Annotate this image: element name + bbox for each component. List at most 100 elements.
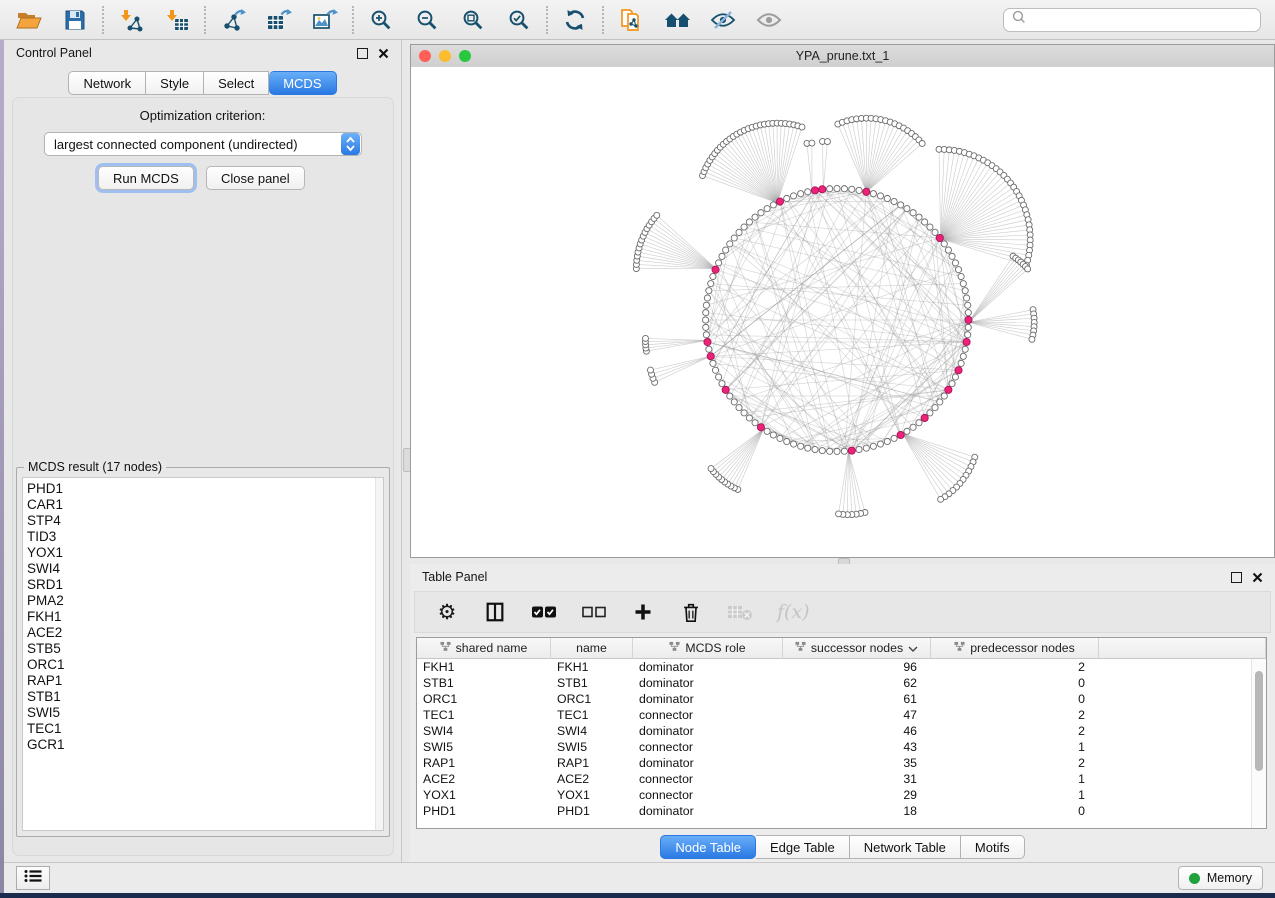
tab-mcds[interactable]: MCDS bbox=[269, 71, 336, 95]
table-cell: TEC1 bbox=[551, 707, 633, 723]
mcds-result-item[interactable]: ACE2 bbox=[27, 625, 383, 641]
zoom-fit-icon[interactable] bbox=[458, 6, 488, 34]
show-all-icon[interactable] bbox=[754, 6, 784, 34]
save-session-icon[interactable] bbox=[60, 6, 90, 34]
vertical-splitter[interactable] bbox=[402, 40, 410, 862]
gear-icon[interactable]: ⚙ bbox=[435, 599, 459, 625]
select-all-icon[interactable] bbox=[531, 599, 557, 625]
mcds-result-item[interactable]: SRD1 bbox=[27, 577, 383, 593]
table-tab-edge-table[interactable]: Edge Table bbox=[756, 835, 850, 859]
close-panel-button[interactable]: Close panel bbox=[206, 166, 305, 190]
table-cell: 46 bbox=[783, 723, 931, 739]
control-panel-tabs: NetworkStyleSelectMCDS bbox=[68, 71, 336, 95]
table-tab-node-table[interactable]: Node Table bbox=[660, 835, 756, 859]
optimization-criterion-select[interactable]: largest connected component (undirected) bbox=[44, 132, 362, 156]
mcds-result-item[interactable]: CAR1 bbox=[27, 497, 383, 513]
toolbar-separator bbox=[602, 6, 604, 34]
mcds-result-item[interactable]: STP4 bbox=[27, 513, 383, 529]
mcds-result-item[interactable]: GCR1 bbox=[27, 737, 383, 753]
network-node bbox=[791, 193, 797, 199]
refresh-icon[interactable] bbox=[560, 6, 590, 34]
column-label: successor nodes bbox=[811, 641, 903, 655]
table-row[interactable]: PHD1PHD1dominator180 bbox=[417, 803, 1266, 819]
maximize-window-icon[interactable] bbox=[459, 50, 471, 62]
table-row[interactable]: SWI5SWI5connector431 bbox=[417, 739, 1266, 755]
mcds-result-item[interactable]: TID3 bbox=[27, 529, 383, 545]
hide-selected-icon[interactable] bbox=[708, 6, 738, 34]
control-panel-float-icon[interactable] bbox=[357, 48, 368, 59]
network-canvas[interactable] bbox=[411, 67, 1274, 557]
mcds-result-item[interactable]: ORC1 bbox=[27, 657, 383, 673]
add-column-icon[interactable] bbox=[631, 599, 655, 625]
zoom-selected-icon[interactable] bbox=[504, 6, 534, 34]
memory-button[interactable]: Memory bbox=[1178, 866, 1263, 890]
deselect-all-icon[interactable] bbox=[581, 599, 607, 625]
import-network-icon[interactable] bbox=[116, 6, 146, 34]
duplicate-network-icon[interactable] bbox=[616, 6, 646, 34]
network-node bbox=[731, 235, 737, 241]
network-node bbox=[937, 399, 943, 405]
first-neighbors-icon[interactable] bbox=[662, 6, 692, 34]
mcds-result-item[interactable]: PMA2 bbox=[27, 593, 383, 609]
table-scrollbar-thumb[interactable] bbox=[1255, 671, 1263, 771]
network-node bbox=[784, 195, 790, 201]
network-node-selected bbox=[963, 338, 970, 345]
mcds-result-item[interactable]: YOX1 bbox=[27, 545, 383, 561]
mcds-result-item[interactable]: STB1 bbox=[27, 689, 383, 705]
control-panel-close-icon[interactable] bbox=[378, 48, 389, 59]
column-header-predecessor-nodes[interactable]: predecessor nodes bbox=[931, 638, 1099, 659]
network-node-selected bbox=[955, 367, 962, 374]
mcds-result-list[interactable]: PHD1CAR1STP4TID3YOX1SWI4SRD1PMA2FKH1ACE2… bbox=[22, 477, 384, 831]
table-panel-float-icon[interactable] bbox=[1231, 572, 1242, 583]
table-row[interactable]: STB1STB1dominator620 bbox=[417, 675, 1266, 691]
mcds-result-item[interactable]: PHD1 bbox=[27, 481, 383, 497]
zoom-out-icon[interactable] bbox=[412, 6, 442, 34]
column-header-name[interactable]: name bbox=[551, 638, 633, 659]
mcds-result-item[interactable]: SWI4 bbox=[27, 561, 383, 577]
export-image-icon[interactable] bbox=[310, 6, 340, 34]
mcds-result-item[interactable]: TEC1 bbox=[27, 721, 383, 737]
table-cell: YOX1 bbox=[551, 787, 633, 803]
control-panel-title: Control Panel bbox=[16, 46, 92, 60]
run-mcds-button[interactable]: Run MCDS bbox=[98, 166, 194, 190]
network-svg bbox=[411, 67, 1274, 557]
table-row[interactable]: ORC1ORC1dominator610 bbox=[417, 691, 1266, 707]
tab-network[interactable]: Network bbox=[68, 71, 146, 95]
table-tab-network-table[interactable]: Network Table bbox=[850, 835, 961, 859]
tab-style[interactable]: Style bbox=[146, 71, 204, 95]
close-window-icon[interactable] bbox=[419, 50, 431, 62]
open-file-icon[interactable] bbox=[14, 6, 44, 34]
table-row[interactable]: TEC1TEC1connector472 bbox=[417, 707, 1266, 723]
network-node bbox=[841, 448, 847, 454]
mcds-result-item[interactable]: SWI5 bbox=[27, 705, 383, 721]
delete-column-icon[interactable] bbox=[679, 599, 703, 625]
zoom-in-icon[interactable] bbox=[366, 6, 396, 34]
export-network-icon[interactable] bbox=[218, 6, 248, 34]
table-cell: ACE2 bbox=[551, 771, 633, 787]
table-row[interactable]: FKH1FKH1dominator962 bbox=[417, 659, 1266, 675]
network-node bbox=[952, 260, 958, 266]
table-cell: 2 bbox=[931, 723, 1099, 739]
network-node bbox=[910, 424, 916, 430]
task-history-button[interactable] bbox=[16, 866, 50, 890]
table-row[interactable]: ACE2ACE2connector311 bbox=[417, 771, 1266, 787]
minimize-window-icon[interactable] bbox=[439, 50, 451, 62]
table-scrollbar[interactable] bbox=[1251, 659, 1266, 828]
column-header-successor-nodes[interactable]: successor nodes bbox=[783, 638, 931, 659]
table-row[interactable]: YOX1YOX1connector291 bbox=[417, 787, 1266, 803]
table-row[interactable]: RAP1RAP1dominator352 bbox=[417, 755, 1266, 771]
split-columns-icon[interactable] bbox=[483, 599, 507, 625]
mcds-result-item[interactable]: RAP1 bbox=[27, 673, 383, 689]
column-header-mcds-role[interactable]: MCDS role bbox=[633, 638, 783, 659]
mcds-list-scrollbar[interactable] bbox=[375, 478, 383, 830]
table-row[interactable]: SWI4SWI4dominator462 bbox=[417, 723, 1266, 739]
table-panel-close-icon[interactable] bbox=[1252, 572, 1263, 583]
table-tab-motifs[interactable]: Motifs bbox=[961, 835, 1025, 859]
column-header-shared-name[interactable]: shared name bbox=[417, 638, 551, 659]
mcds-result-item[interactable]: STB5 bbox=[27, 641, 383, 657]
tab-select[interactable]: Select bbox=[204, 71, 269, 95]
search-input[interactable] bbox=[1032, 11, 1252, 28]
import-table-icon[interactable] bbox=[162, 6, 192, 34]
export-table-icon[interactable] bbox=[264, 6, 294, 34]
mcds-result-item[interactable]: FKH1 bbox=[27, 609, 383, 625]
